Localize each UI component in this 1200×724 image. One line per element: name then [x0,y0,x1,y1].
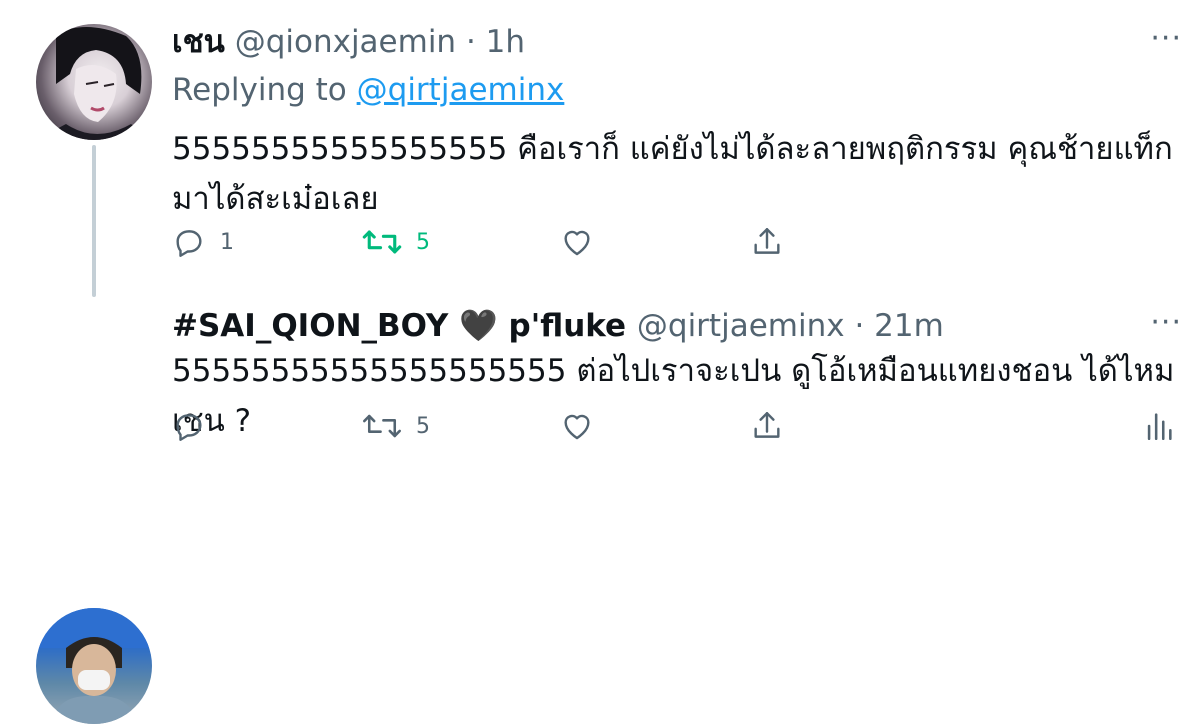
retweet-button[interactable]: 5 [362,222,430,262]
like-icon [564,230,590,256]
tweet[interactable]: เชน @qionxjaemin · 1h ··· Replying to @q… [0,0,1200,300]
reply-button[interactable] [172,406,206,446]
retweet-count: 5 [416,413,430,439]
replying-to-handle-link[interactable]: @qirtjaeminx [357,72,565,108]
share-button[interactable] [750,222,784,262]
avatar[interactable] [36,24,152,140]
retweet-count: 5 [416,229,430,255]
black-heart-emoji: 🖤 [459,308,498,344]
like-icon [564,414,590,440]
timestamp[interactable]: 1h [486,24,525,60]
display-name[interactable]: เชน [172,24,225,60]
display-name[interactable]: #SAI_QION_BOY 🖤 p'fluke [172,308,637,344]
share-button[interactable] [750,406,784,446]
like-button[interactable] [560,222,594,262]
retweet-icon [363,414,401,438]
separator: · [854,308,865,344]
tweet-header: เชน @qionxjaemin · 1h [172,22,525,62]
like-button[interactable] [560,406,594,446]
replying-to: Replying to @qirtjaeminx [172,70,564,110]
tweet-text: 55555555555555555555 ต่อไปเราจะเปน ดูโอ้… [172,353,1175,439]
user-handle[interactable]: @qionxjaemin [235,24,456,60]
retweet-button[interactable]: 5 [362,406,430,446]
share-icon [754,228,780,254]
user-handle[interactable]: @qirtjaeminx [637,308,845,344]
share-icon [754,412,780,438]
display-name-suffix: p'fluke [508,308,627,344]
more-icon[interactable]: ··· [1150,308,1182,338]
analytics-icon [1147,413,1172,441]
avatar[interactable] [36,608,152,724]
replying-to-label: Replying to [172,72,347,108]
tweet-text: 55555555555555555 คือเราก็ แค่ยังไม่ได้ล… [172,131,1173,217]
reply-button[interactable]: 1 [172,222,234,262]
retweet-icon [362,230,402,254]
reply-count: 1 [220,229,234,255]
analytics-button[interactable] [1144,406,1174,446]
separator: · [465,24,476,60]
reply-icon [176,230,202,257]
thread-connector [92,145,96,297]
timestamp[interactable]: 21m [874,308,944,344]
more-icon[interactable]: ··· [1150,24,1182,54]
avatar-portrait-illustration [36,26,152,140]
display-name-text: #SAI_QION_BOY [172,308,449,344]
tweet-header: #SAI_QION_BOY 🖤 p'fluke @qirtjaeminx · 2… [172,306,944,346]
avatar-photo-illustration [36,608,152,724]
reply-icon [176,414,202,441]
tweet[interactable]: #SAI_QION_BOY 🖤 p'fluke @qirtjaeminx · 2… [0,300,1200,724]
